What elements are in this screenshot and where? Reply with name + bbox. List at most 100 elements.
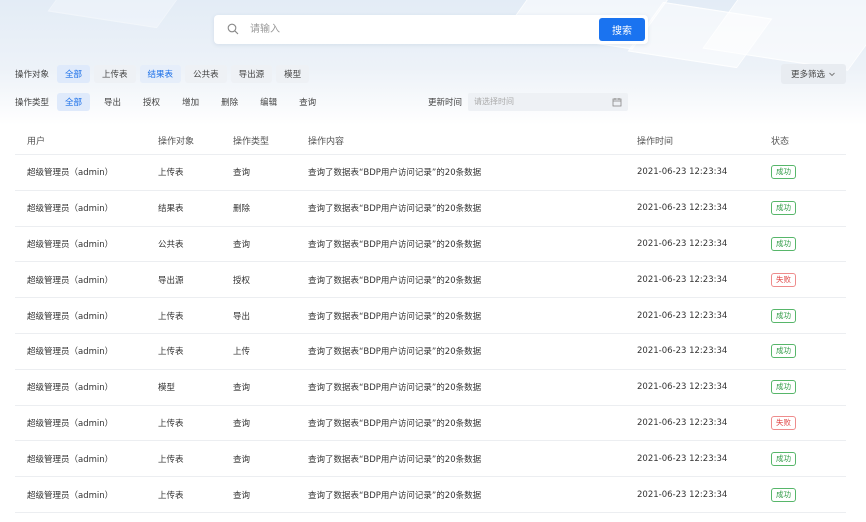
cell-time: 2021-06-23 12:23:34: [637, 238, 728, 249]
cell-time: 2021-06-23 12:23:34: [637, 203, 728, 214]
cell-content: 查询了数据表“BDP用户访问记录”的20条数据: [308, 311, 482, 322]
more-filter-label: 更多筛选: [790, 70, 825, 80]
cell-content: 查询了数据表“BDP用户访问记录”的20条数据: [308, 239, 482, 250]
type-chip-delete[interactable]: 删除: [213, 93, 246, 111]
table-row[interactable]: 超级管理员（admin） 上传表 查询 查询了数据表“BDP用户访问记录”的20条数据…: [15, 155, 846, 191]
type-chip-all[interactable]: 全部: [57, 93, 91, 111]
cell-status: 成功: [771, 451, 846, 466]
cell-status: 失败: [771, 415, 846, 430]
cell-content: 查询了数据表“BDP用户访问记录”的20条数据: [308, 204, 482, 215]
more-filter-button[interactable]: 更多筛选: [781, 64, 846, 84]
cell-object: 导出源: [158, 275, 184, 286]
type-filter-row: 操作类型 全部 导出 授权 增加 删除 编辑 查询: [15, 93, 330, 111]
cell-status: 成功: [771, 380, 846, 395]
cell-type: 上传: [233, 347, 251, 358]
update-time-filter: 更新时间 请选择时间: [428, 93, 629, 111]
cell-user: 超级管理员（admin）: [27, 239, 114, 250]
cell-time: 2021-06-23 12:23:34: [637, 453, 728, 464]
status-badge: 成功: [771, 201, 796, 216]
cell-status: 成功: [771, 236, 846, 251]
cell-type: 授权: [233, 275, 251, 286]
table-row[interactable]: 超级管理员（admin） 公共表 查询 查询了数据表“BDP用户访问记录”的20条数据…: [15, 227, 846, 263]
header-object: 操作对象: [158, 136, 195, 147]
cell-content: 查询了数据表“BDP用户访问记录”的20条数据: [308, 168, 482, 179]
search-button[interactable]: 搜索: [599, 18, 645, 41]
type-chip-query[interactable]: 查询: [291, 93, 324, 111]
object-chip-all[interactable]: 全部: [57, 65, 91, 83]
cell-user: 超级管理员（admin）: [27, 204, 114, 215]
object-chip-public[interactable]: 公共表: [185, 65, 227, 83]
cell-content: 查询了数据表“BDP用户访问记录”的20条数据: [308, 383, 482, 394]
object-chip-upload[interactable]: 上传表: [94, 65, 136, 83]
date-picker[interactable]: 请选择时间: [468, 93, 629, 111]
cell-time: 2021-06-23 12:23:34: [637, 310, 728, 321]
status-badge: 成功: [771, 487, 796, 502]
cell-object: 上传表: [158, 454, 184, 465]
cell-time: 2021-06-23 12:23:34: [637, 346, 728, 357]
cell-type: 查询: [233, 490, 251, 501]
cell-object: 公共表: [158, 239, 184, 250]
cell-time: 2021-06-23 12:23:34: [637, 417, 728, 428]
table-row[interactable]: 超级管理员（admin） 结果表 删除 查询了数据表“BDP用户访问记录”的20条数据…: [15, 191, 846, 227]
cell-type: 查询: [233, 418, 251, 429]
header-user: 用户: [27, 136, 46, 147]
operation-log-table: 用户 操作对象 操作类型 操作内容 操作时间 状态 超级管理员（admin） 上传…: [15, 126, 846, 513]
cell-content: 查询了数据表“BDP用户访问记录”的20条数据: [308, 490, 482, 501]
cell-status: 成功: [771, 165, 846, 180]
cell-type: 查询: [233, 383, 251, 394]
table-row[interactable]: 超级管理员（admin） 上传表 查询 查询了数据表“BDP用户访问记录”的20条数据…: [15, 441, 846, 478]
cell-user: 超级管理员（admin）: [27, 275, 114, 286]
header-time: 操作时间: [637, 136, 674, 147]
table-row[interactable]: 超级管理员（admin） 上传表 导出 查询了数据表“BDP用户访问记录”的20条数据…: [15, 298, 846, 334]
cell-status: 成功: [771, 344, 846, 359]
object-filter-row: 操作对象 全部 上传表 结果表 公共表 导出源 模型: [15, 65, 313, 83]
cell-user: 超级管理员（admin）: [27, 383, 114, 394]
cell-user: 超级管理员（admin）: [27, 347, 114, 358]
cell-user: 超级管理员（admin）: [27, 490, 114, 501]
table-row[interactable]: 超级管理员（admin） 模型 查询 查询了数据表“BDP用户访问记录”的20条数据 2…: [15, 370, 846, 406]
cell-time: 2021-06-23 12:23:34: [637, 489, 728, 500]
type-filter-label: 操作类型: [15, 98, 50, 108]
table-row[interactable]: 超级管理员（admin） 上传表 查询 查询了数据表“BDP用户访问记录”的20条数据…: [15, 406, 846, 442]
header-type: 操作类型: [233, 136, 270, 147]
cell-content: 查询了数据表“BDP用户访问记录”的20条数据: [308, 347, 482, 358]
table-row[interactable]: 超级管理员（admin） 上传表 上传 查询了数据表“BDP用户访问记录”的20条数据…: [15, 334, 846, 370]
cell-content: 查询了数据表“BDP用户访问记录”的20条数据: [308, 418, 482, 429]
cell-time: 2021-06-23 12:23:34: [637, 167, 728, 178]
search-input[interactable]: [250, 20, 590, 39]
cell-object: 结果表: [158, 204, 184, 215]
type-chip-add[interactable]: 增加: [174, 93, 207, 111]
cell-content: 查询了数据表“BDP用户访问记录”的20条数据: [308, 275, 482, 286]
cell-object: 上传表: [158, 311, 184, 322]
type-chip-authorize[interactable]: 授权: [135, 93, 168, 111]
table-row[interactable]: 超级管理员（admin） 上传表 查询 查询了数据表“BDP用户访问记录”的20条数据…: [15, 477, 846, 513]
cell-object: 上传表: [158, 418, 184, 429]
cell-user: 超级管理员（admin）: [27, 454, 114, 465]
header-content: 操作内容: [308, 136, 345, 147]
status-badge: 失败: [771, 415, 796, 430]
cell-object: 模型: [158, 383, 176, 394]
cell-type: 删除: [233, 204, 251, 215]
object-chip-export-source[interactable]: 导出源: [230, 65, 273, 83]
search-icon: [227, 23, 239, 35]
status-badge: 成功: [771, 451, 796, 466]
header-status: 状态: [771, 136, 790, 147]
cell-object: 上传表: [158, 168, 184, 179]
cell-status: 成功: [771, 201, 846, 216]
table-header: 用户 操作对象 操作类型 操作内容 操作时间 状态: [15, 126, 846, 155]
cell-status: 成功: [771, 308, 846, 323]
status-badge: 成功: [771, 308, 796, 323]
table-row[interactable]: 超级管理员（admin） 导出源 授权 查询了数据表“BDP用户访问记录”的20条数据…: [15, 262, 846, 299]
object-chip-model[interactable]: 模型: [276, 65, 310, 83]
object-chip-result[interactable]: 结果表: [139, 65, 182, 83]
type-chip-export[interactable]: 导出: [96, 93, 129, 111]
type-chip-edit[interactable]: 编辑: [252, 93, 285, 111]
cell-type: 查询: [233, 168, 251, 179]
cell-time: 2021-06-23 12:23:34: [637, 274, 728, 285]
search-bar: 搜索: [214, 15, 648, 44]
cell-type: 查询: [233, 454, 251, 465]
cell-time: 2021-06-23 12:23:34: [637, 382, 728, 393]
cell-object: 上传表: [158, 347, 184, 358]
cell-status: 失败: [771, 272, 846, 287]
status-badge: 成功: [771, 236, 796, 251]
